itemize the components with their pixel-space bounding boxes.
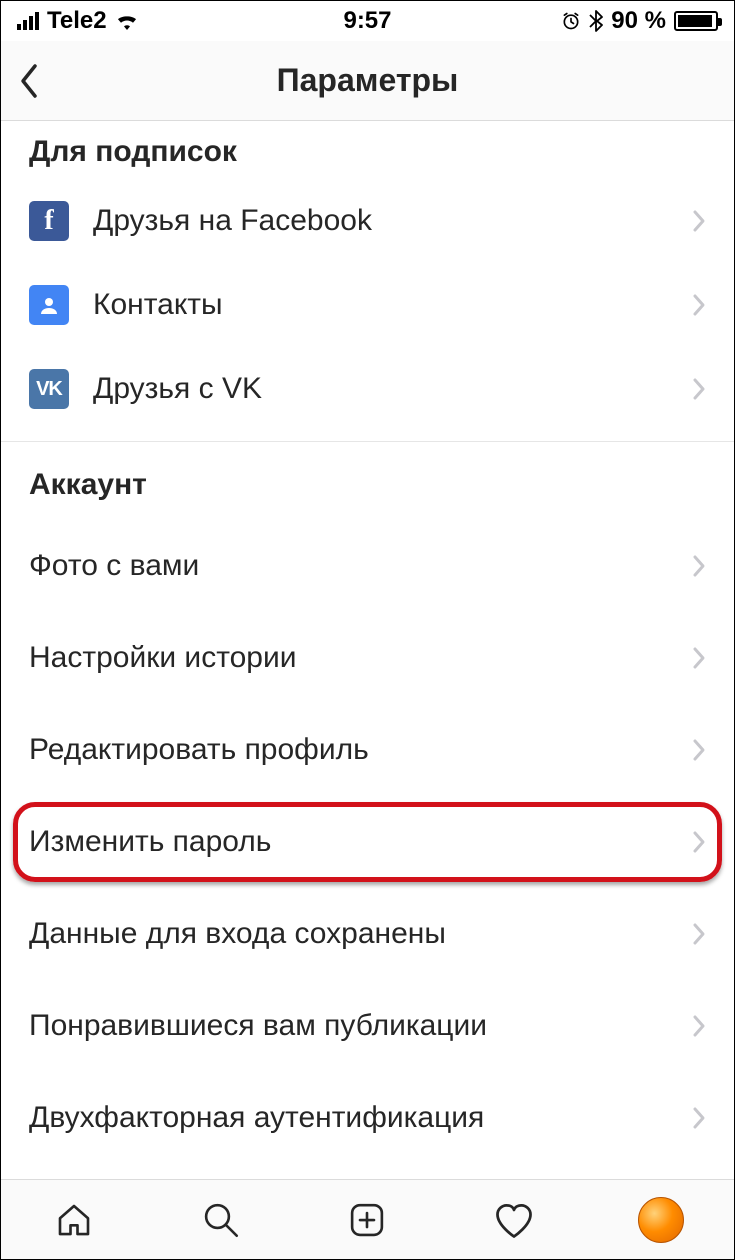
facebook-icon: f	[29, 201, 69, 241]
row-story-settings[interactable]: Настройки истории	[1, 612, 734, 704]
row-label: Друзья с VK	[93, 372, 262, 406]
plus-box-icon	[346, 1199, 388, 1241]
carrier-label: Tele2	[47, 7, 107, 35]
tab-search[interactable]	[193, 1192, 249, 1248]
battery-icon	[674, 11, 718, 31]
chevron-right-icon	[692, 922, 706, 946]
vk-icon: VK	[29, 369, 69, 409]
search-icon	[200, 1199, 242, 1241]
tab-activity[interactable]	[486, 1192, 542, 1248]
avatar-icon	[638, 1197, 684, 1243]
row-liked-posts[interactable]: Понравившиеся вам публикации	[1, 980, 734, 1072]
row-edit-profile[interactable]: Редактировать профиль	[1, 704, 734, 796]
chevron-right-icon	[692, 1106, 706, 1130]
row-contacts[interactable]: Контакты	[1, 263, 734, 347]
section-follow: Для подписок f Друзья на Facebook Контак…	[1, 121, 734, 442]
row-change-password[interactable]: Изменить пароль	[13, 796, 722, 888]
chevron-right-icon	[692, 293, 706, 317]
row-label: Фото с вами	[29, 549, 199, 583]
row-label: Друзья на Facebook	[93, 204, 372, 238]
row-facebook-friends[interactable]: f Друзья на Facebook	[1, 179, 734, 263]
signal-strength-icon	[17, 12, 39, 30]
row-label: Контакты	[93, 288, 223, 322]
tab-home[interactable]	[46, 1192, 102, 1248]
chevron-right-icon	[692, 1014, 706, 1038]
wifi-icon	[115, 12, 139, 30]
chevron-right-icon	[692, 646, 706, 670]
section-account: Аккаунт Фото с вами Настройки истории Ре…	[1, 442, 734, 1164]
page-title: Параметры	[277, 62, 459, 99]
row-label: Редактировать профиль	[29, 733, 369, 767]
tab-bar	[1, 1179, 734, 1259]
row-label: Понравившиеся вам публикации	[29, 1009, 487, 1043]
home-icon	[53, 1199, 95, 1241]
section-follow-header: Для подписок	[1, 121, 734, 179]
row-saved-login[interactable]: Данные для входа сохранены	[1, 888, 734, 980]
heart-icon	[492, 1199, 536, 1241]
highlight-change-password: Изменить пароль	[13, 796, 722, 888]
chevron-right-icon	[692, 738, 706, 762]
battery-percent: 90 %	[611, 7, 666, 35]
back-button[interactable]	[17, 41, 39, 120]
row-label: Данные для входа сохранены	[29, 917, 446, 951]
row-label: Изменить пароль	[29, 825, 271, 859]
row-two-factor[interactable]: Двухфакторная аутентификация	[1, 1072, 734, 1164]
chevron-right-icon	[692, 209, 706, 233]
row-photos-of-you[interactable]: Фото с вами	[1, 520, 734, 612]
row-label: Настройки истории	[29, 641, 296, 675]
chevron-right-icon	[692, 377, 706, 401]
section-account-header: Аккаунт	[1, 442, 734, 520]
nav-header: Параметры	[1, 41, 734, 121]
chevron-right-icon	[692, 830, 706, 854]
settings-list: Для подписок f Друзья на Facebook Контак…	[1, 121, 734, 1164]
row-vk-friends[interactable]: VK Друзья с VK	[1, 347, 734, 431]
tab-profile[interactable]	[633, 1192, 689, 1248]
bluetooth-icon	[589, 10, 603, 32]
tab-new-post[interactable]	[339, 1192, 395, 1248]
contacts-icon	[29, 285, 69, 325]
status-bar: Tele2 9:57 90 %	[1, 1, 734, 41]
chevron-right-icon	[692, 554, 706, 578]
row-label: Двухфакторная аутентификация	[29, 1101, 484, 1135]
alarm-icon	[561, 11, 581, 31]
